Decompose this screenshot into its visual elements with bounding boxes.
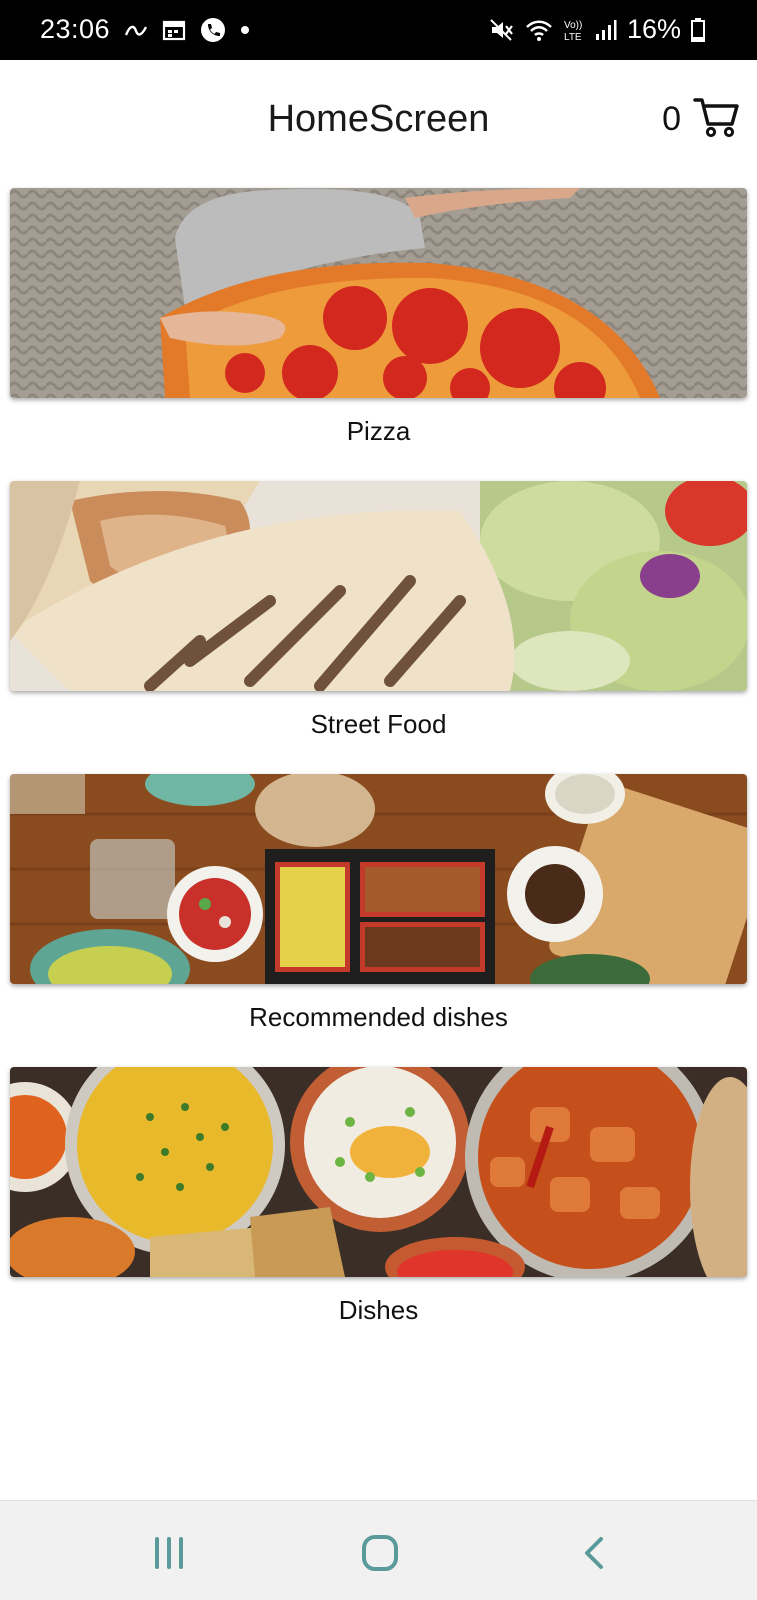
svg-text:Vo)): Vo)) — [564, 20, 582, 31]
signal-icon — [595, 19, 617, 41]
status-bar: 23:06 Vo)) LTE 16% — [0, 0, 757, 60]
calendar-icon — [162, 19, 186, 41]
navigation-bar — [0, 1500, 757, 1600]
pizza-image[interactable] — [10, 188, 747, 398]
category-list: Pizza Street Food Recommended dishes Dis… — [10, 188, 747, 1360]
wifi-icon — [525, 18, 553, 42]
mute-icon — [489, 18, 515, 42]
dishes-image[interactable] — [10, 1067, 747, 1277]
category-card-dishes[interactable]: Dishes — [10, 1067, 747, 1360]
category-card-street-food[interactable]: Street Food — [10, 481, 747, 774]
cart-button[interactable]: 0 — [662, 96, 739, 143]
category-card-recommended-dishes[interactable]: Recommended dishes — [10, 774, 747, 1067]
category-label: Street Food — [310, 709, 447, 739]
category-label: Dishes — [338, 1295, 419, 1325]
link-icon — [124, 21, 148, 39]
status-right: Vo)) LTE 16% — [489, 14, 705, 45]
home-icon[interactable] — [358, 1531, 402, 1575]
category-card-pizza[interactable]: Pizza — [10, 188, 747, 481]
volte-icon: Vo)) LTE — [563, 17, 585, 43]
svg-text:LTE: LTE — [564, 32, 582, 43]
recommended-dishes-image[interactable] — [10, 774, 747, 984]
cart-icon[interactable] — [693, 96, 739, 143]
dot-icon — [240, 25, 250, 35]
status-time: 23:06 — [40, 14, 111, 44]
back-icon[interactable] — [572, 1531, 616, 1575]
app-header: HomeScreen 0 — [0, 60, 757, 182]
category-label: Pizza — [346, 416, 411, 446]
battery-icon — [691, 17, 705, 42]
status-left: 23:06 — [40, 14, 250, 45]
cart-count: 0 — [662, 100, 681, 138]
page-title: HomeScreen — [267, 98, 490, 140]
category-label: Recommended dishes — [249, 1002, 508, 1032]
recent-apps-icon[interactable] — [147, 1531, 191, 1575]
phone-call-icon — [200, 17, 226, 43]
battery-percent: 16% — [626, 14, 681, 44]
street-food-image[interactable] — [10, 481, 747, 691]
